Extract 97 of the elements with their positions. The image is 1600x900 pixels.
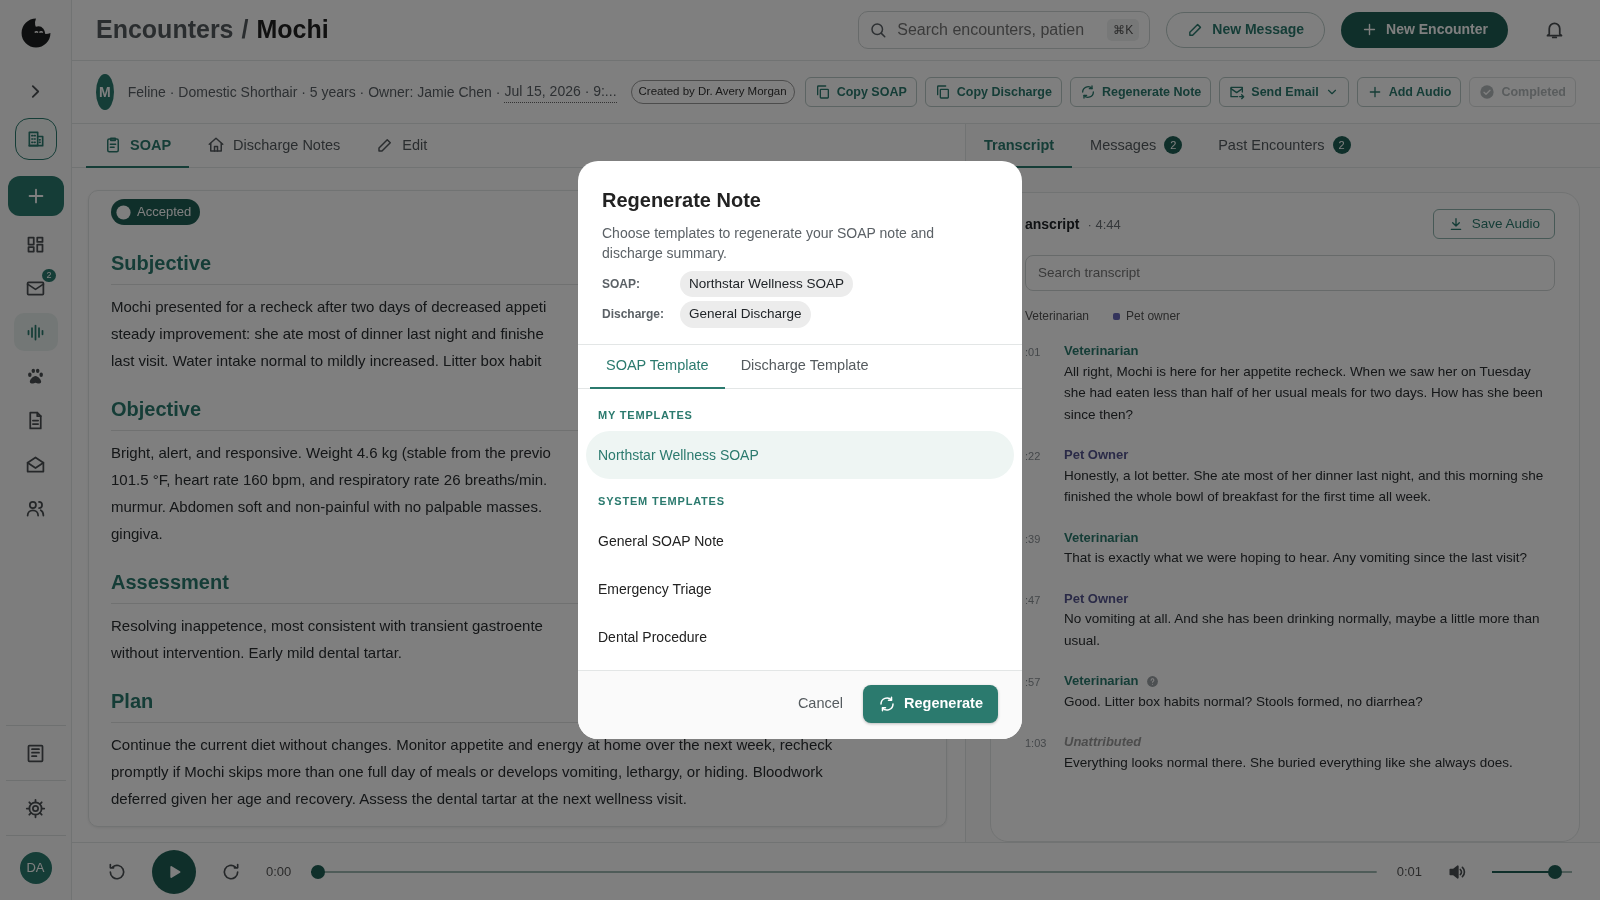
new-button[interactable] [7,176,64,216]
group-heading: SYSTEM TEMPLATES [597,494,726,509]
play-button[interactable] [152,849,196,894]
rewind-icon [107,861,127,882]
transcript-text: Everything looks normal there. She buried everything like she always does. [1064,753,1514,772]
sidebar-item[interactable] [13,313,58,351]
speaker-name: Veterinarian [1064,672,1139,691]
forward-icon [221,861,241,882]
tab[interactable]: Edit [358,124,446,169]
search-input[interactable]: Search transcript [1036,262,1544,285]
note-text: deferred given her age and recovery. Assess the dental tartar at the next wellness visit. [111,788,687,809]
action-button[interactable]: Copy Discharge [924,77,1062,108]
count-badge: 2 [42,269,56,282]
tab[interactable]: SOAP Template [590,344,725,389]
sidebar-item[interactable]: 2 [13,269,58,307]
home-icon [207,136,226,155]
transcript-text: Honestly, a lot better. She ate most of her dinner last night, and this morning she finished the whole bowl of breakfast for the first time all week. [1064,466,1545,507]
note-text: Bright, alert, and responsive. Weight 4.6 kg (stable from the previo [111,442,551,463]
template-chip: Northstar Wellness SOAP [680,271,854,298]
list-icon [25,742,46,764]
save-audio-button[interactable]: Save Audio [1432,209,1555,240]
speaker-name: Veterinarian [1064,528,1139,547]
copy-icon [814,84,831,101]
template-option[interactable]: General SOAP Note [586,517,1014,566]
action-button[interactable]: Add Audio [1356,77,1462,108]
template-chip: General Discharge [680,301,811,328]
count-badge: 2 [1164,136,1183,155]
count-badge: 2 [1332,136,1351,155]
legend-label: Veterinarian [1025,308,1090,326]
duration-text: · 4:44 [1087,215,1121,234]
timestamp: 1:03 [1025,736,1048,752]
template-option[interactable]: Dental Procedure [586,613,1014,662]
transcript-text: That is exactly what we were hoping to hear. Any vomiting since the last visit? [1064,549,1528,568]
regenerate-button[interactable]: Regenerate [863,684,998,723]
breadcrumb-link[interactable]: Encounters [96,11,234,49]
search-box[interactable]: Search transcript [1025,255,1555,292]
timestamp: :01 [1025,345,1042,361]
note-text: gingiva. [111,523,163,544]
timestamp: :57 [1025,675,1042,691]
transcript-text: No vomiting at all. And she has been drinking normally, maybe a little more than usual. [1064,610,1541,650]
group-heading: MY TEMPLATES [597,407,694,423]
refresh-icon [1079,84,1096,101]
note-text: Mochi presented for a recheck after two days of decreased appeti [111,296,547,317]
note-text: Resolving inappetence, most consistent with transient gastroente [111,615,543,636]
tab[interactable]: Discharge Template [724,344,885,389]
mail-icon [1229,84,1246,101]
note-text: 101.5 °F, heart rate 160 bpm, and respiratory rate 26 breaths/min. [111,469,548,490]
transcript-text: Good. Litter box habits normal? Stools formed, no diarrhea? [1064,692,1424,711]
speaker-name: Pet Owner [1064,589,1129,608]
refresh-icon [878,694,896,713]
settings-icon [25,797,46,819]
template-option[interactable]: Northstar Wellness SOAP [586,431,1014,479]
patient-details: Feline · Domestic Shorthair · 5 years · Owner: Jamie Chen · [127,82,501,102]
timestamp: :39 [1025,531,1042,547]
clipboard-icon [104,136,122,155]
header-button[interactable]: New Message [1166,11,1326,48]
status-badge: Accepted [111,199,201,225]
search-input[interactable]: Search encounters, patien [895,16,1100,43]
search-box[interactable]: Search encounters, patien ⌘K [858,10,1151,49]
legend-label: Pet owner [1126,308,1181,326]
patient-avatar: M [96,74,114,111]
breadcrumb-separator: / [241,14,249,46]
action-button[interactable]: Send Email [1219,77,1349,108]
workspace-button[interactable] [14,118,57,160]
tab[interactable]: Discharge Notes [189,124,359,169]
timestamp: :47 [1025,592,1042,608]
page-title: Mochi [256,14,329,46]
dialog-title: Regenerate Note [602,188,762,213]
cancel-button[interactable]: Cancel [795,684,845,723]
speaker-name: Pet Owner [1064,446,1129,465]
copy-icon [934,84,951,101]
note-text: last visit. Water intake normal to mildly increased. Litter box habit [111,350,542,371]
action-button[interactable]: Regenerate Note [1069,77,1212,108]
note-text: murmur. Abdomen soft and non-painful with no palpable masses. [111,496,543,517]
search-icon [869,20,888,39]
note-text: promptly if Mochi skips more than one full day of meals or develops vomiting, lethargy, or hiding. Bloodwork [111,761,823,782]
tab[interactable]: Messages 2 [1072,124,1201,169]
action-button[interactable]: Copy SOAP [804,77,917,108]
elapsed-time: 0:00 [266,862,292,881]
note-text: steady improvement: she ate most of dinner last night and finishe [111,323,544,344]
header-button[interactable]: New Encounter [1341,11,1508,48]
note-text: Continue the current diet without changes. Monitor appetite and energy at home over the next week, recheck [111,734,833,755]
shortcut-hint: ⌘K [1107,18,1140,41]
user-avatar[interactable]: DA [19,852,52,884]
field-label: Discharge: [602,306,666,324]
timestamp: :22 [1025,449,1042,465]
tab[interactable]: SOAP [86,124,190,169]
chevron-icon [31,83,40,99]
date-text: Jul 15, 2026 · 9:... [504,81,617,104]
transcript-title: anscript [1025,214,1080,234]
transcript-text: All right, Mochi is here for her appetite recheck. When we saw her on Tuesday she had eaten less than half of her usual meals for two days. How has she been since then? [1064,362,1544,424]
check-circle-icon [1479,84,1496,101]
total-time: 0:01 [1396,862,1422,881]
speaker-name: Veterinarian [1064,342,1139,361]
note-text: without intervention. Early mild dental tartar. [111,642,402,663]
check-circle-icon [115,203,132,221]
tab[interactable]: Past Encounters 2 [1200,124,1369,169]
